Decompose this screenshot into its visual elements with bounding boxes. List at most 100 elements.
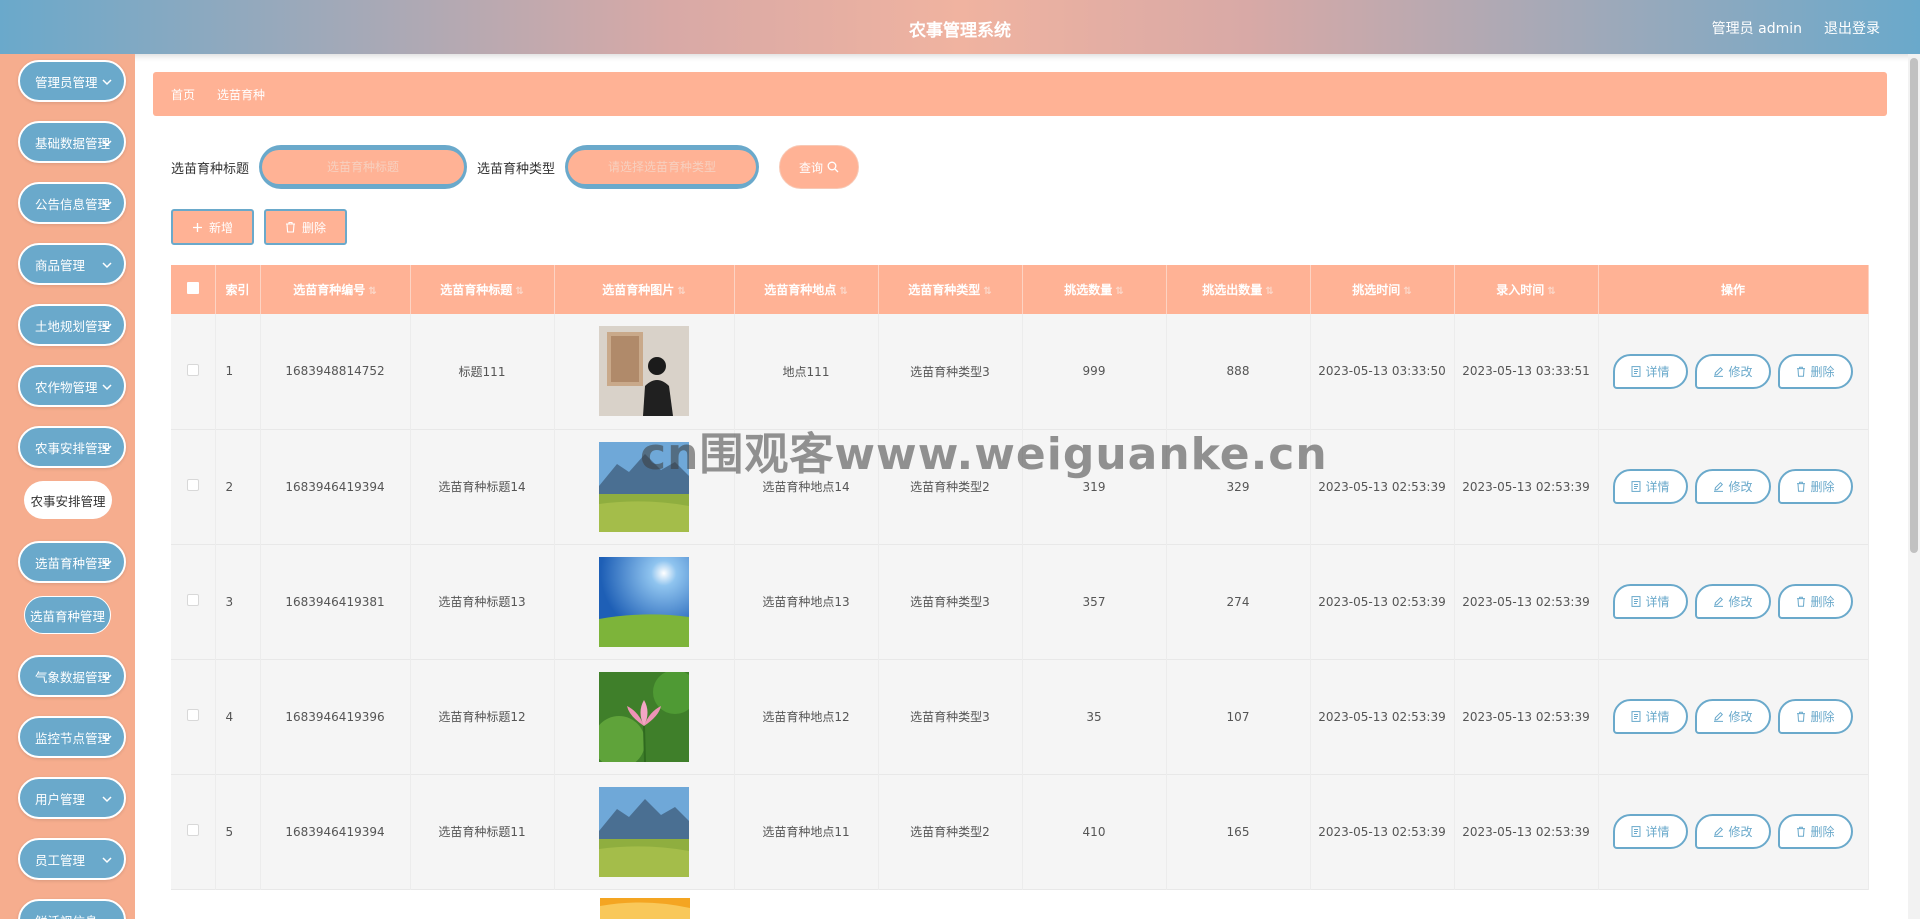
cell-type: 选苗育种类型3	[878, 314, 1023, 429]
header-type[interactable]: 选苗育种类型 ⇅	[878, 265, 1023, 314]
sidebar-item-basic-data[interactable]: 基础数据管理	[18, 121, 126, 163]
detail-button[interactable]: 详情	[1613, 584, 1688, 619]
sidebar-item-more[interactable]: 鲜活视信息	[18, 899, 126, 919]
header-count[interactable]: 挑选数量 ⇅	[1022, 265, 1167, 314]
title-search-input[interactable]	[262, 150, 465, 184]
header-title[interactable]: 选苗育种标题 ⇅	[410, 265, 555, 314]
cell-ops: 详情 修改 删除	[1598, 429, 1869, 544]
sort-icon: ⇅	[839, 286, 848, 297]
chevron-down-icon	[102, 796, 112, 803]
sidebar-subitem-farm-schedule[interactable]: 农事安排管理	[24, 481, 112, 519]
logout-link[interactable]: 退出登录	[1824, 18, 1880, 38]
row-checkbox[interactable]	[186, 479, 199, 491]
type-select[interactable]	[568, 150, 757, 184]
breadcrumb-current: 选苗育种	[217, 87, 266, 102]
sidebar-item-goods[interactable]: 商品管理	[18, 243, 126, 285]
header-code[interactable]: 选苗育种编号 ⇅	[260, 265, 411, 314]
detail-button[interactable]: 详情	[1613, 699, 1688, 734]
pencil-icon	[1714, 481, 1724, 492]
delete-button[interactable]: 删除	[1778, 469, 1853, 504]
sidebar-item-land[interactable]: 土地规划管理	[18, 304, 126, 346]
cell-place: 选苗育种地点12	[734, 659, 879, 774]
pencil-icon	[1714, 366, 1724, 377]
row-select-cell	[171, 544, 216, 659]
query-label: 查询	[799, 160, 824, 175]
sidebar-item-label: 选苗育种管理	[35, 555, 111, 571]
sidebar-item-admin[interactable]: 管理员管理	[18, 60, 126, 102]
sort-icon: ⇅	[515, 286, 524, 297]
trash-icon	[1797, 826, 1806, 837]
top-right-area: 管理员 admin 退出登录	[1712, 18, 1880, 38]
edit-label: 修改	[1728, 710, 1753, 724]
query-button[interactable]: 查询	[779, 145, 860, 189]
batch-delete-button[interactable]: 删除	[264, 209, 347, 245]
chevron-down-icon	[102, 262, 112, 269]
cell-entry-time: 2023-05-13 03:33:51	[1454, 314, 1599, 429]
edit-button[interactable]: 修改	[1695, 353, 1771, 389]
row-checkbox[interactable]	[186, 824, 199, 836]
header-label: 选苗育种地点	[764, 283, 837, 297]
row-checkbox[interactable]	[186, 709, 199, 721]
header-picked[interactable]: 挑选出数量 ⇅	[1166, 265, 1311, 314]
delete-button[interactable]: 删除	[1778, 699, 1853, 734]
delete-button[interactable]: 删除	[1778, 814, 1853, 849]
edit-button[interactable]: 修改	[1695, 814, 1771, 849]
sidebar-item-users[interactable]: 用户管理	[18, 777, 126, 819]
header-image[interactable]: 选苗育种图片 ⇅	[554, 265, 735, 314]
detail-button[interactable]: 详情	[1613, 814, 1688, 849]
sidebar-item-label: 用户管理	[35, 791, 86, 807]
action-row: 新增 删除	[171, 209, 347, 245]
sidebar-item-label: 农作物管理	[35, 379, 98, 395]
edit-button[interactable]: 修改	[1695, 699, 1771, 734]
cell-count: 35	[1022, 659, 1167, 774]
select-all-checkbox[interactable]	[186, 282, 199, 294]
sort-icon: ⇅	[983, 286, 992, 297]
trash-icon	[1797, 481, 1806, 492]
detail-button[interactable]: 详情	[1613, 469, 1688, 504]
chevron-down-icon	[102, 323, 112, 330]
sidebar-item-crops[interactable]: 农作物管理	[18, 365, 126, 407]
breadcrumb-home[interactable]: 首页	[171, 86, 195, 103]
header-entry-time[interactable]: 录入时间 ⇅	[1454, 265, 1599, 314]
sidebar-item-farm-schedule[interactable]: 农事安排管理	[18, 426, 126, 468]
sidebar-subitem-seedling[interactable]: 选苗育种管理	[24, 596, 111, 634]
cell-pick-time: 2023-05-13 02:53:39	[1310, 659, 1455, 774]
sidebar-item-staff[interactable]: 员工管理	[18, 838, 126, 880]
photo-person-image	[599, 326, 689, 417]
cell-title: 选苗育种标题14	[410, 429, 555, 544]
detail-button[interactable]: 详情	[1613, 353, 1688, 389]
cell-image	[554, 544, 735, 659]
chevron-down-icon	[102, 140, 112, 147]
cell-picked: 107	[1166, 659, 1311, 774]
delete-button[interactable]: 删除	[1778, 584, 1853, 619]
row-select-cell	[171, 659, 216, 774]
header-pick-time[interactable]: 挑选时间 ⇅	[1310, 265, 1455, 314]
cell-pick-time: 2023-05-13 02:53:39	[1310, 429, 1455, 544]
row-checkbox[interactable]	[186, 363, 199, 376]
title-search-wrapper	[259, 145, 468, 189]
header-label: 选苗育种类型	[908, 283, 981, 297]
sidebar-item-monitor[interactable]: 监控节点管理	[18, 716, 126, 758]
sidebar: 管理员管理 基础数据管理 公告信息管理 商品管理 土地规划管理 农作物管理 农事…	[0, 54, 135, 919]
chevron-down-icon	[102, 857, 112, 864]
sidebar-item-weather[interactable]: 气象数据管理	[18, 655, 126, 697]
table-row: 5 1683946419394 选苗育种标题11 选苗育种地点11 选苗育种类型…	[171, 774, 1869, 889]
header-label: 选苗育种图片	[602, 283, 675, 297]
table-row: 3 1683946419381 选苗育种标题13 选苗育种地点13 选苗育种类型…	[171, 544, 1869, 659]
header-place[interactable]: 选苗育种地点 ⇅	[734, 265, 879, 314]
edit-label: 修改	[1728, 825, 1753, 839]
add-button[interactable]: 新增	[171, 209, 254, 245]
sidebar-item-seedling[interactable]: 选苗育种管理	[18, 541, 126, 583]
edit-button[interactable]: 修改	[1695, 584, 1771, 619]
edit-button[interactable]: 修改	[1695, 469, 1771, 504]
row-checkbox[interactable]	[186, 594, 199, 606]
delete-button[interactable]: 删除	[1778, 353, 1853, 389]
cell-title: 选苗育种标题13	[410, 544, 555, 659]
page-scrollbar-thumb[interactable]	[1910, 58, 1918, 553]
sidebar-item-notice[interactable]: 公告信息管理	[18, 182, 126, 224]
edit-label: 修改	[1728, 364, 1753, 379]
trash-icon	[285, 221, 295, 233]
cell-ops: 详情 修改 删除	[1598, 544, 1869, 659]
header-label: 挑选时间	[1352, 283, 1401, 297]
cell-entry-time: 2023-05-13 02:53:39	[1454, 544, 1599, 659]
